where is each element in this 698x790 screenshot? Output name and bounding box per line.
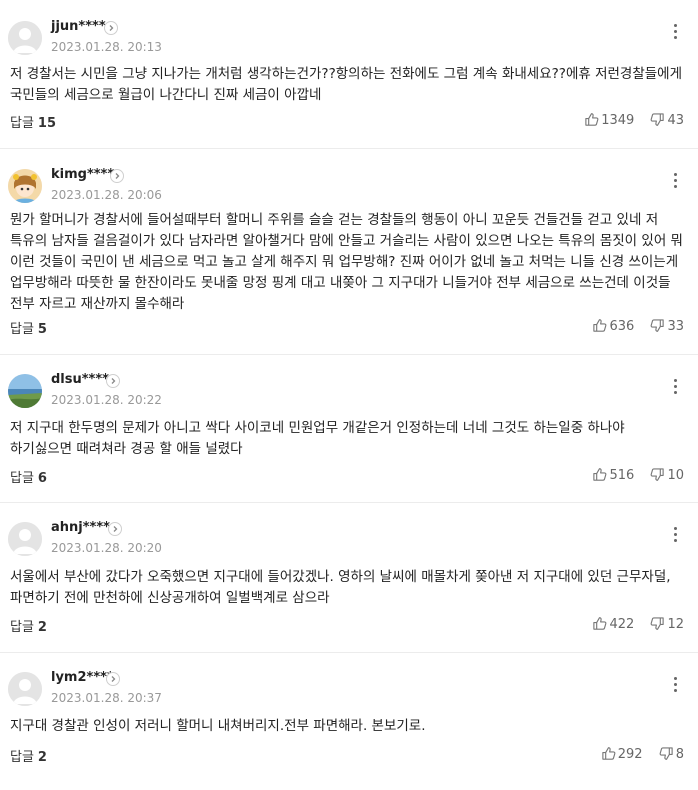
vote-group: 516 10	[580, 467, 684, 483]
comment-text: 지구대 경찰관 인성이 저러니 할머니 내쳐버리지.전부 파면해라. 본보기로.	[10, 718, 426, 734]
profile-arrow-icon[interactable]	[106, 672, 120, 686]
comment-date: 2023.01.28. 20:06	[51, 188, 162, 202]
vote-group: 636 33	[580, 318, 684, 334]
reply-label: 답글	[10, 750, 34, 765]
comment-footer: 답글 15 1349 43	[10, 112, 684, 132]
reply-count: 6	[37, 471, 47, 486]
username[interactable]: dlsu****	[51, 372, 109, 387]
dislike-count: 43	[667, 113, 684, 128]
like-button[interactable]: 516	[592, 467, 634, 483]
more-options-icon[interactable]	[670, 675, 680, 695]
comment-date: 2023.01.28. 20:13	[51, 40, 162, 54]
like-count: 422	[609, 617, 635, 632]
vote-group: 422 12	[580, 616, 684, 632]
like-count: 1349	[601, 113, 635, 128]
thumbs-up-icon	[593, 319, 607, 332]
profile-arrow-icon[interactable]	[106, 374, 120, 388]
profile-arrow-icon[interactable]	[110, 169, 124, 183]
reply-button[interactable]: 답글 2	[10, 616, 47, 635]
reply-button[interactable]: 답글 6	[10, 467, 47, 486]
comment-text: 서울에서 부산에 갔다가 오죽했으면 지구대에 들어갔겠나. 영하의 날씨에 매…	[10, 569, 671, 606]
thumbs-down-icon	[651, 617, 665, 630]
like-button[interactable]: 1349	[584, 112, 634, 128]
comment-item: jjun**** 2023.01.28. 20:13 저 경찰서는 시민을 그냥…	[0, 0, 698, 149]
more-options-icon[interactable]	[670, 22, 680, 42]
username[interactable]: ahnj****	[51, 520, 110, 535]
reply-label: 답글	[10, 620, 34, 635]
reply-button[interactable]: 답글 15	[10, 112, 56, 131]
thumbs-down-icon	[651, 468, 665, 481]
username[interactable]: jjun****	[51, 19, 106, 34]
dislike-button[interactable]: 8	[659, 746, 684, 762]
comment-list: jjun**** 2023.01.28. 20:13 저 경찰서는 시민을 그냥…	[0, 0, 698, 790]
like-count: 516	[609, 468, 635, 483]
comment-item: lym2**** 2023.01.28. 20:37 지구대 경찰관 인성이 저…	[0, 653, 698, 790]
comment-date: 2023.01.28. 20:20	[51, 541, 162, 555]
character-avatar-icon[interactable]	[8, 169, 42, 203]
more-options-icon[interactable]	[670, 377, 680, 397]
comment-date: 2023.01.28. 20:22	[51, 393, 162, 407]
thumbs-down-icon	[659, 747, 673, 760]
thumbs-up-icon	[593, 468, 607, 481]
comment-date: 2023.01.28. 20:37	[51, 691, 162, 705]
default-avatar-icon[interactable]	[8, 21, 42, 55]
comment-item: dlsu**** 2023.01.28. 20:22 저 지구대 한두명의 문제…	[0, 355, 698, 503]
comment-text: 저 경찰서는 시민을 그냥 지나가는 개처럼 생각하는건가??항의하는 전화에도…	[10, 66, 683, 103]
like-button[interactable]: 422	[592, 616, 634, 632]
like-count: 636	[609, 319, 635, 334]
vote-group: 1349 43	[572, 112, 684, 128]
reply-button[interactable]: 답글 5	[10, 318, 47, 337]
like-button[interactable]: 636	[592, 318, 634, 334]
dislike-button[interactable]: 43	[650, 112, 684, 128]
profile-arrow-icon[interactable]	[104, 21, 118, 35]
profile-arrow-icon[interactable]	[108, 522, 122, 536]
dislike-count: 10	[667, 468, 684, 483]
more-options-icon[interactable]	[670, 525, 680, 545]
vote-group: 292 8	[589, 746, 684, 762]
reply-label: 답글	[10, 471, 34, 486]
reply-button[interactable]: 답글 2	[10, 746, 47, 765]
thumbs-up-icon	[593, 617, 607, 630]
default-avatar-icon[interactable]	[8, 522, 42, 556]
dislike-count: 8	[675, 747, 684, 762]
dislike-count: 33	[667, 319, 684, 334]
username[interactable]: kimg****	[51, 167, 114, 182]
dislike-button[interactable]: 33	[650, 318, 684, 334]
thumbs-up-icon	[602, 747, 616, 760]
comment-item: ahnj**** 2023.01.28. 20:20 서울에서 부산에 갔다가 …	[0, 503, 698, 653]
reply-count: 5	[37, 322, 47, 337]
comment-footer: 답글 5 636 33	[10, 318, 684, 338]
comment-item: kimg**** 2023.01.28. 20:06 뭔가 할머니가 경찰서에 …	[0, 149, 698, 355]
reply-label: 답글	[10, 116, 34, 131]
thumbs-up-icon	[585, 113, 599, 126]
thumbs-down-icon	[651, 319, 665, 332]
thumbs-down-icon	[651, 113, 665, 126]
dislike-count: 12	[667, 617, 684, 632]
comment-footer: 답글 2 422 12	[10, 616, 684, 636]
more-options-icon[interactable]	[670, 171, 680, 191]
comment-text: 뭔가 할머니가 경찰서에 들어설때부터 할머니 주위를 슬슬 걷는 경찰들의 행…	[10, 212, 683, 312]
like-count: 292	[617, 747, 643, 762]
dislike-button[interactable]: 10	[650, 467, 684, 483]
dislike-button[interactable]: 12	[650, 616, 684, 632]
username[interactable]: lym2****	[51, 670, 114, 685]
landscape-avatar-icon[interactable]	[8, 374, 42, 408]
default-avatar-icon[interactable]	[8, 672, 42, 706]
reply-count: 2	[37, 620, 47, 635]
comment-text: 저 지구대 한두명의 문제가 아니고 싹다 사이코네 민원업무 개같은거 인정하…	[10, 420, 625, 457]
like-button[interactable]: 292	[601, 746, 643, 762]
reply-count: 15	[37, 116, 57, 131]
reply-label: 답글	[10, 322, 34, 337]
comment-footer: 답글 6 516 10	[10, 467, 684, 487]
comment-footer: 답글 2 292 8	[10, 746, 684, 766]
reply-count: 2	[37, 750, 47, 765]
